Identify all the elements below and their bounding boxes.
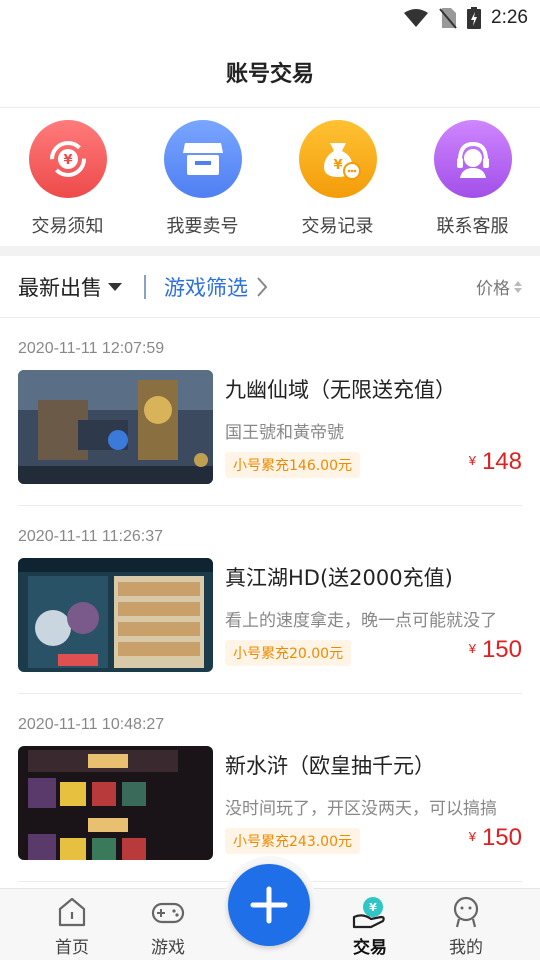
- listing-time: 2020-11-11 11:26:37: [18, 528, 164, 545]
- currency-symbol: ¥: [468, 829, 476, 844]
- latest-sale-dropdown[interactable]: 最新出售: [18, 272, 122, 302]
- sort-icon: [514, 280, 522, 293]
- currency-symbol: ¥: [468, 453, 476, 468]
- title-bar: 账号交易: [0, 36, 540, 108]
- svg-text:¥: ¥: [333, 158, 342, 173]
- user-icon: [453, 896, 479, 928]
- chevron-right-icon: [257, 276, 268, 297]
- money-bag-icon: ¥: [298, 120, 377, 198]
- tab-games[interactable]: 游戏: [120, 889, 216, 960]
- quick-action-trade-rules[interactable]: ¥ 交易须知: [0, 108, 135, 246]
- price-sort-label: 价格: [476, 279, 510, 299]
- svg-text:¥: ¥: [63, 153, 72, 168]
- listing-card[interactable]: 2020-11-11 11:26:37 真江湖HD(送2000充值) 看上的速度…: [18, 506, 522, 694]
- game-filter-label: 游戏筛选: [164, 275, 248, 300]
- listing-card[interactable]: 2020-11-11 12:07:59 九幽仙域（无限送充值） 国王號和黃帝號 …: [18, 318, 522, 506]
- headset-agent-icon: [433, 120, 512, 198]
- listing-title: 真江湖HD(送2000充值): [225, 566, 453, 590]
- quick-action-label: 交易记录: [301, 216, 374, 237]
- listing-card[interactable]: 2020-11-11 10:48:27 新水浒（欧皇抽千元） 没时间玩了，开区没…: [18, 694, 522, 882]
- listing-list: 2020-11-11 12:07:59 九幽仙域（无限送充值） 国王號和黃帝號 …: [0, 318, 540, 882]
- plus-icon: [250, 886, 288, 924]
- status-bar: 2:26: [0, 0, 540, 36]
- tab-label: 首页: [55, 938, 89, 958]
- section-divider: [0, 246, 540, 256]
- listing-description: 没时间玩了，开区没两天，可以搞搞: [225, 799, 497, 819]
- wifi-icon: [404, 9, 429, 27]
- tab-mine[interactable]: 我的: [418, 889, 514, 960]
- listing-recharge-tag: 小号累充243.00元: [225, 828, 360, 854]
- caret-down-icon: [108, 282, 122, 291]
- battery-charging-icon: [467, 7, 482, 29]
- gamepad-icon: [151, 902, 185, 924]
- quick-action-label: 交易须知: [31, 216, 104, 237]
- tab-label: 交易: [353, 938, 387, 958]
- add-listing-button[interactable]: [228, 864, 310, 946]
- status-time: 2:26: [491, 7, 528, 28]
- listing-description: 看上的速度拿走，晚一点可能就没了: [225, 611, 497, 631]
- quick-action-label: 联系客服: [436, 216, 509, 237]
- quick-action-trade-records[interactable]: ¥ 交易记录: [270, 108, 405, 246]
- listing-time: 2020-11-11 12:07:59: [18, 340, 165, 357]
- listing-thumbnail: [18, 370, 213, 484]
- tab-label: 我的: [449, 938, 483, 958]
- trade-hand-coin-icon: ¥: [352, 897, 385, 929]
- filter-divider: [144, 274, 146, 299]
- game-filter-button[interactable]: 游戏筛选: [164, 272, 268, 302]
- shop-icon: [163, 120, 242, 198]
- yen-refresh-icon: ¥: [28, 120, 107, 198]
- currency-symbol: ¥: [468, 641, 476, 656]
- quick-action-customer-service[interactable]: 联系客服: [405, 108, 540, 246]
- filter-bar: 最新出售 游戏筛选 价格: [0, 256, 540, 318]
- listing-time: 2020-11-11 10:48:27: [18, 716, 165, 733]
- listing-recharge-tag: 小号累充146.00元: [225, 452, 360, 478]
- price-value: 150: [481, 824, 522, 851]
- latest-sale-label: 最新出售: [18, 275, 102, 300]
- svg-text:¥: ¥: [369, 901, 377, 914]
- page-title: 账号交易: [225, 61, 314, 87]
- listing-recharge-tag: 小号累充20.00元: [225, 640, 352, 666]
- quick-actions: ¥ 交易须知 我要卖号 ¥ 交易记录 联系客服: [0, 108, 540, 246]
- price-value: 148: [481, 448, 522, 475]
- tab-home[interactable]: 首页: [24, 889, 120, 960]
- listing-thumbnail: [18, 558, 213, 672]
- listing-thumbnail: [18, 746, 213, 860]
- listing-description: 国王號和黃帝號: [225, 423, 344, 443]
- listing-price: ¥150: [469, 824, 522, 852]
- tab-label: 游戏: [151, 938, 185, 958]
- price-sort-button[interactable]: 价格: [476, 274, 522, 299]
- listing-price: ¥150: [469, 636, 522, 664]
- listing-price: ¥148: [469, 448, 522, 476]
- quick-action-sell-account[interactable]: 我要卖号: [135, 108, 270, 246]
- listing-title: 新水浒（欧皇抽千元）: [225, 754, 435, 778]
- no-sim-icon: [439, 8, 457, 29]
- home-icon: [58, 897, 86, 927]
- quick-action-label: 我要卖号: [166, 216, 239, 237]
- tab-trade[interactable]: ¥ 交易: [322, 889, 418, 960]
- listing-title: 九幽仙域（无限送充值）: [225, 378, 456, 402]
- price-value: 150: [481, 636, 522, 663]
